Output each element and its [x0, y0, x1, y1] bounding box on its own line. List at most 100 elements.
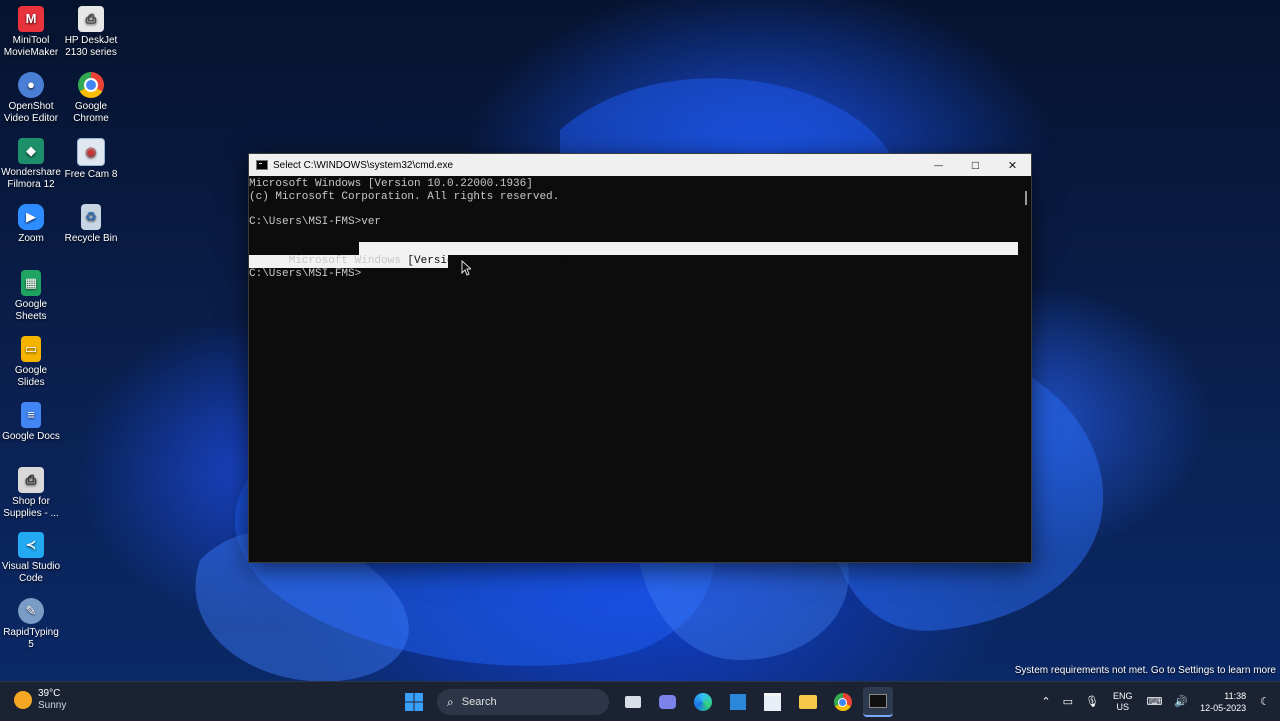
desktop-icon-google-chrome[interactable]: Google Chrome: [60, 72, 122, 125]
start-button[interactable]: [399, 687, 429, 717]
openshot-icon: ●: [18, 72, 44, 98]
store-tile-icon: [729, 694, 746, 710]
chevron-up-icon[interactable]: ⌃: [1041, 695, 1050, 708]
console-text: Microsoft Windows: [288, 254, 401, 267]
console-line: Microsoft Windows [Version 10.0.22000.19…: [249, 178, 533, 190]
desktop-icon-label: Recycle Bin: [64, 233, 118, 244]
taskbar-pinned-apps: ⌕ Search: [396, 687, 895, 717]
microsoft-store-button[interactable]: [758, 687, 788, 717]
desktop-icon-label: OpenShot Video Editor: [3, 101, 59, 124]
network-icon[interactable]: ⌨: [1146, 695, 1162, 708]
slides-icon: ▭: [21, 336, 41, 362]
desktop-icon-shop-supplies[interactable]: ⎙ Shop for Supplies - ...: [0, 467, 62, 520]
chat-button[interactable]: [653, 687, 683, 717]
desktop-icon-label: Visual Studio Code: [1, 561, 61, 584]
file-explorer-icon: [798, 695, 817, 709]
notification-icon[interactable]: ☾: [1260, 695, 1270, 708]
weather-condition: Sunny: [38, 700, 67, 711]
console-line: C:\Users\MSI-FMS>ver: [249, 216, 382, 228]
shop-supplies-icon: ⎙: [18, 467, 44, 493]
desktop-icon-label: RapidTyping 5: [3, 627, 59, 650]
close-icon: ✕: [1007, 159, 1018, 172]
maximize-button[interactable]: □: [957, 154, 994, 176]
microphone-icon[interactable]: 🎙: [1085, 695, 1099, 708]
freecam-icon: ◉: [77, 138, 105, 166]
battery-icon[interactable]: ▭: [1063, 695, 1073, 708]
maximize-icon: □: [971, 158, 980, 172]
chrome-icon: [78, 72, 104, 98]
desktop-icon-google-docs[interactable]: ≡ Google Docs: [0, 402, 62, 443]
terminal-icon: [868, 694, 887, 708]
desktop-icon-filmora[interactable]: ◆ Wondershare Filmora 12: [0, 138, 62, 191]
desktop-icon-google-slides[interactable]: ▭ Google Slides: [0, 336, 62, 389]
taskbar-clock[interactable]: 11:38 12-05-2023: [1200, 690, 1246, 714]
desktop-icon-openshot[interactable]: ● OpenShot Video Editor: [0, 72, 62, 125]
recycle-bin-icon: ♻: [81, 204, 101, 230]
cmd-title-bar[interactable]: Select C:\WINDOWS\system32\cmd.exe — □ ✕: [249, 154, 1031, 176]
language-indicator[interactable]: ENG US: [1113, 691, 1133, 713]
desktop-icon-label: Shop for Supplies - ...: [3, 496, 59, 519]
cmd-app-icon: [256, 160, 268, 170]
desktop-icon-label: Google Sheets: [14, 299, 48, 322]
taskbar-search-box[interactable]: ⌕ Search: [437, 689, 609, 715]
printer-icon: ⎙: [78, 6, 104, 32]
cmd-window-title: Select C:\WINDOWS\system32\cmd.exe: [273, 159, 454, 171]
console-line-selected: Microsoft Windows [Version 10.0.22000.19…: [249, 242, 573, 267]
zoom-icon: ▶: [18, 204, 44, 230]
widget-tile-button[interactable]: [723, 687, 753, 717]
sheets-icon: ▦: [21, 270, 41, 296]
region-code: US: [1116, 701, 1129, 712]
search-icon: ⌕: [447, 694, 454, 709]
task-view-icon: [624, 696, 641, 708]
desktop-icon-google-sheets[interactable]: ▦ Google Sheets: [0, 270, 62, 323]
console-selected-text: [Version 10.0.22000.1936]: [400, 254, 573, 267]
edge-icon: [693, 693, 712, 711]
desktop-icon-recycle-bin[interactable]: ♻ Recycle Bin: [60, 204, 122, 245]
scrollbar-thumb[interactable]: [1025, 191, 1027, 205]
desktop-icon-zoom[interactable]: ▶ Zoom: [0, 204, 62, 245]
console-prompt: C:\Users\MSI-FMS>: [249, 268, 362, 280]
task-view-button[interactable]: [618, 687, 648, 717]
desktop-icon-label: MiniTool MovieMaker: [3, 35, 59, 58]
minimize-button[interactable]: —: [920, 154, 957, 176]
console-line: (c) Microsoft Corporation. All rights re…: [249, 191, 560, 203]
docs-icon: ≡: [21, 402, 41, 428]
chrome-icon: [833, 693, 852, 711]
terminal-button[interactable]: [862, 687, 893, 717]
chrome-taskbar-button[interactable]: [828, 687, 858, 717]
taskbar: 39°C Sunny ⌕ Search ⌃ ▭ 🎙 ENG US ⌨ 🔊 11:…: [0, 681, 1280, 721]
system-tray: ⌃ ▭ 🎙 ENG US ⌨ 🔊 11:38 12-05-2023 ☾: [1035, 682, 1280, 721]
vscode-icon: ≺: [18, 532, 44, 558]
minitool-icon: M: [18, 6, 44, 32]
filmora-icon: ◆: [18, 138, 44, 164]
cmd-window[interactable]: Select C:\WINDOWS\system32\cmd.exe — □ ✕…: [248, 153, 1032, 563]
edge-button[interactable]: [688, 687, 718, 717]
start-icon: [404, 693, 423, 711]
language-code: ENG: [1112, 690, 1133, 701]
close-button[interactable]: ✕: [994, 154, 1031, 176]
clock-date: 12-05-2023: [1200, 702, 1247, 713]
desktop-icon-label: Wondershare Filmora 12: [1, 167, 61, 190]
volume-icon[interactable]: 🔊: [1174, 695, 1188, 708]
chat-icon: [659, 695, 676, 709]
desktop-icon-label: Google Docs: [2, 431, 60, 442]
desktop-icon-label: Google Chrome: [73, 101, 109, 124]
file-explorer-button[interactable]: [793, 687, 823, 717]
desktop-icon-rapidtyping[interactable]: ✎ RapidTyping 5: [0, 598, 62, 651]
weather-widget[interactable]: 39°C Sunny: [14, 688, 66, 712]
clock-time: 11:38: [1224, 690, 1247, 701]
minimize-icon: —: [934, 160, 943, 170]
search-placeholder: Search: [461, 696, 497, 708]
microsoft-store-icon: [764, 693, 781, 711]
rapidtyping-icon: ✎: [18, 598, 44, 624]
cmd-console-output[interactable]: Microsoft Windows [Version 10.0.22000.19…: [249, 176, 1031, 562]
desktop-icon-vscode[interactable]: ≺ Visual Studio Code: [0, 532, 62, 585]
sun-icon: [14, 691, 32, 709]
desktop-icon-free-cam[interactable]: ◉ Free Cam 8: [60, 138, 122, 181]
desktop-icon-hp-deskjet[interactable]: ⎙ HP DeskJet 2130 series: [60, 6, 122, 59]
desktop-icon-label: HP DeskJet 2130 series: [64, 35, 118, 58]
weather-temperature: 39°C: [38, 688, 61, 699]
system-requirements-notice: System requirements not met. Go to Setti…: [1014, 665, 1276, 676]
desktop-icon-minitool[interactable]: M MiniTool MovieMaker: [0, 6, 62, 59]
desktop-icon-label: Zoom: [18, 233, 44, 244]
